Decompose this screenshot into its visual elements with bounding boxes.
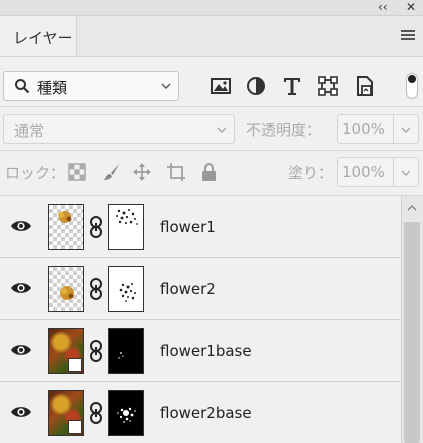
layer-name[interactable]: flower1 <box>160 218 216 236</box>
panel-top-strip: ‹‹ ✕ <box>0 0 423 16</box>
tab-layers[interactable]: レイヤー <box>0 16 77 56</box>
chevron-down-icon <box>217 127 227 133</box>
link-chain-icon[interactable] <box>89 402 103 424</box>
layer-mask-thumbnail[interactable] <box>108 204 144 250</box>
layer-row-flower2base[interactable]: flower2base <box>0 382 400 443</box>
chevron-down-icon <box>401 127 411 133</box>
fill-label: 塗り： <box>288 164 334 182</box>
image-filter-icon[interactable] <box>210 75 232 97</box>
layers-scrollbar-thumb[interactable] <box>404 222 420 443</box>
smart-object-badge-icon <box>68 420 82 434</box>
layer-thumbnail[interactable] <box>48 328 84 374</box>
layer-mask-thumbnail[interactable] <box>108 328 144 374</box>
lock-transparent-pixels-icon[interactable] <box>67 162 87 182</box>
adjustment-filter-icon[interactable] <box>245 75 267 97</box>
shape-filter-icon[interactable] <box>317 75 339 97</box>
panel-tab-bar: レイヤー <box>0 16 423 57</box>
layer-mask-thumbnail[interactable] <box>108 390 144 436</box>
lock-position-icon[interactable] <box>132 162 152 182</box>
divider <box>0 106 423 107</box>
layer-filter-kind-select[interactable]: 種類 <box>3 71 179 101</box>
filter-kind-value: 種類 <box>37 79 68 97</box>
visibility-eye-icon[interactable] <box>10 342 32 358</box>
layer-thumbnail[interactable] <box>48 204 84 250</box>
layer-name[interactable]: flower2base <box>160 404 252 422</box>
opacity-field[interactable]: 100% <box>337 114 419 144</box>
filter-toggle-switch[interactable] <box>406 73 418 99</box>
smart-object-badge-icon <box>68 358 82 372</box>
opacity-value: 100% <box>342 120 385 138</box>
type-filter-icon[interactable] <box>281 75 303 97</box>
divider <box>0 150 423 151</box>
chevron-down-icon <box>161 83 171 89</box>
link-chain-icon[interactable] <box>89 216 103 238</box>
layer-name[interactable]: flower2 <box>160 280 216 298</box>
link-chain-icon[interactable] <box>89 340 103 362</box>
close-panel-button[interactable]: ✕ <box>406 0 416 15</box>
lock-artboard-icon[interactable] <box>166 162 186 182</box>
tab-layers-label: レイヤー <box>13 29 73 47</box>
hamburger-menu-icon[interactable] <box>401 30 415 42</box>
fill-field[interactable]: 100% <box>337 157 419 187</box>
layers-list: flower1 flower2 flower1base flower2base <box>0 196 400 443</box>
layer-mask-thumbnail[interactable] <box>108 266 144 312</box>
fill-value: 100% <box>342 163 385 181</box>
layer-name[interactable]: flower1base <box>160 342 252 360</box>
smart-object-filter-icon[interactable] <box>354 75 376 97</box>
collapse-panel-button[interactable]: ‹‹ <box>378 0 388 15</box>
layer-row-flower2[interactable]: flower2 <box>0 258 400 320</box>
visibility-eye-icon[interactable] <box>10 280 32 296</box>
lock-image-pixels-icon[interactable] <box>102 162 122 182</box>
layer-thumbnail[interactable] <box>48 266 84 312</box>
layer-thumbnail[interactable] <box>48 390 84 436</box>
blend-mode-select[interactable]: 通常 <box>3 114 235 144</box>
chevron-down-icon <box>401 170 411 176</box>
search-icon <box>15 79 30 94</box>
visibility-eye-icon[interactable] <box>10 404 32 420</box>
layer-row-flower1[interactable]: flower1 <box>0 196 400 258</box>
visibility-eye-icon[interactable] <box>10 218 32 234</box>
lock-all-icon[interactable] <box>199 162 219 182</box>
scroll-up-arrow-icon[interactable] <box>401 198 423 218</box>
layer-row-flower1base[interactable]: flower1base <box>0 320 400 382</box>
link-chain-icon[interactable] <box>89 278 103 300</box>
opacity-label: 不透明度： <box>246 121 322 139</box>
lock-label: ロック： <box>5 164 66 182</box>
blend-mode-value: 通常 <box>14 122 45 140</box>
